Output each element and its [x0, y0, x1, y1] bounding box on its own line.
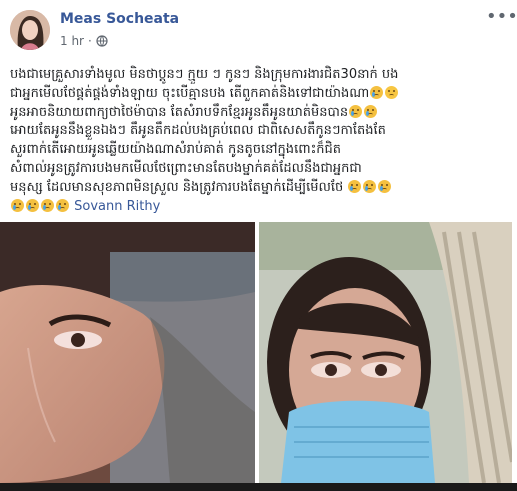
photo-grid [0, 222, 517, 483]
more-icon[interactable]: ••• [486, 8, 517, 30]
crying-emoji [348, 179, 362, 193]
crying-emoji [11, 198, 24, 212]
avatar-image [10, 10, 50, 50]
photo-right-image [259, 222, 512, 483]
author-avatar[interactable] [10, 10, 50, 50]
sad-emoji [385, 85, 399, 99]
photo-right[interactable] [259, 222, 512, 483]
crying-emoji [41, 198, 54, 212]
meta-separator: · [88, 34, 92, 48]
post-line-2-text: ជាអ្នកមើលថែផ្គត់ផ្គង់ទាំងឡាយ ចុះបើគ្មានប… [10, 85, 370, 101]
post-line-3: អូនអាចនិយាយពាក្យថាថៃម៉ាបាន តែសំរាបទឹកខ្ម… [10, 104, 504, 123]
photo-left-image [0, 222, 255, 483]
post-line-8: Sovann Rithy [10, 198, 504, 217]
post-line-2: ជាអ្នកមើលថែផ្គត់ផ្គង់ទាំងឡាយ ចុះបើគ្មានប… [10, 85, 504, 104]
post-line-5: សួរពាក់តើអោយអូនឆ្លើយយ៉ាងណាសំរាប់គាត់ កូន… [10, 142, 342, 158]
crying-emoji [364, 104, 378, 118]
globe-icon[interactable] [96, 35, 108, 47]
post-meta: 1 hr · [60, 34, 108, 48]
post-line-7: មនុស្ស ដែលមានសុខភាពមិនស្រួល និងត្រូវការប… [10, 179, 504, 198]
next-photo-strip [0, 483, 517, 491]
post-line-7-text: មនុស្ស ដែលមានសុខភាពមិនស្រួល និងត្រូវការប… [10, 179, 344, 195]
crying-emoji [363, 179, 377, 193]
crying-emoji [26, 198, 39, 212]
post-line-1: បងជាមេគ្រួសារទាំងមូល មិនថាប្ដូនៗ ក្មួយ ៗ… [10, 67, 399, 82]
post-line-6: សំពាល់អូនត្រូវការបងមកមើលថែព្រោះមានតែបងម្… [10, 160, 362, 176]
crying-emoji [349, 104, 363, 118]
facebook-post: Meas Socheata 1 hr · ••• បងជាមេគ្រួសារទា… [0, 0, 517, 491]
crying-emoji [370, 85, 384, 99]
tagged-person-link[interactable]: Sovann Rithy [74, 199, 160, 214]
post-line-3-text: អូនអាចនិយាយពាក្យថាថៃម៉ាបាន តែសំរាបទឹកខ្ម… [10, 104, 349, 120]
photo-left[interactable] [0, 222, 255, 483]
author-name[interactable]: Meas Socheata [60, 11, 179, 27]
post-line-4: អោយតែអូននឹងខ្លួនឯងៗ តឹអូនតឹកដល់បងគ្រប់ពេ… [10, 123, 386, 139]
crying-emoji [378, 179, 392, 193]
post-text: បងជាមេគ្រួសារទាំងមូល មិនថាប្ដូនៗ ក្មួយ ៗ… [10, 66, 504, 216]
post-time[interactable]: 1 hr [60, 34, 84, 48]
crying-emoji [56, 198, 69, 212]
post-header: Meas Socheata 1 hr · ••• [10, 8, 517, 56]
